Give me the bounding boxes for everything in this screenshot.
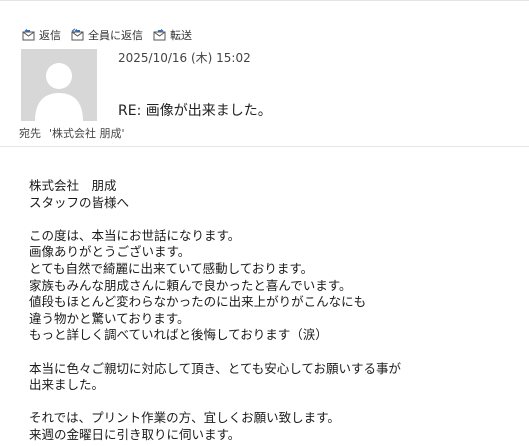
forward-button[interactable]: 転送	[153, 27, 192, 43]
body-line: もっと詳しく調べていればと後悔しております（涙）	[29, 327, 328, 343]
body-line: 違う物かと驚いております。	[29, 310, 190, 326]
body-line: とても自然で綺麗に出来ていて感動しております。	[29, 260, 314, 276]
reply-all-label: 全員に返信	[88, 29, 143, 42]
body-line: 家族もみんな朋成さんに頼んで良かったと喜んでいます。	[29, 277, 352, 293]
message-subject: RE: 画像が出来ました。	[118, 103, 272, 119]
header-divider	[0, 146, 529, 147]
body-line: 出来ました。	[29, 377, 105, 393]
to-label: 宛先	[19, 127, 41, 140]
body-line: 株式会社 朋成	[29, 178, 117, 193]
body-line: 来週の金曜日に引き取りに伺います。	[29, 426, 241, 442]
avatar-placeholder-icon	[21, 49, 97, 121]
body-line: 本当に色々ご親切に対応して頂き、とても安心してお願いする事が	[29, 360, 402, 376]
recipient-line: 宛先 '株式会社 朋成'	[19, 125, 125, 141]
body-line: スタッフの皆様へ	[29, 194, 130, 210]
body-line	[29, 211, 519, 228]
body-line	[29, 344, 519, 361]
forward-icon	[153, 28, 166, 41]
body-line: 画像ありがとうございます。	[29, 244, 191, 260]
body-line: それでは、プリント作業の方、宜しくお願い致します。	[29, 410, 340, 426]
reply-all-icon	[71, 28, 84, 41]
reply-all-button[interactable]: 全員に返信	[71, 27, 143, 43]
email-reading-pane: 返信 全員に返信 転送 2025/10/16 (木) 15:02 RE: 画像が…	[0, 0, 529, 446]
to-value[interactable]: '株式会社 朋成'	[49, 125, 125, 141]
message-body: 株式会社 朋成 スタッフの皆様へ この度は、本当にお世話になります。 画像ありが…	[29, 178, 519, 444]
body-line	[29, 394, 519, 411]
reply-button[interactable]: 返信	[22, 27, 61, 43]
reply-icon	[22, 28, 35, 41]
body-line: 値段もほとんど変わらなかったのに出来上がりがこんなにも	[29, 294, 367, 310]
message-toolbar: 返信 全員に返信 転送	[22, 27, 192, 43]
forward-label: 転送	[170, 29, 192, 42]
message-date: 2025/10/16 (木) 15:02	[118, 51, 251, 65]
reply-label: 返信	[39, 29, 61, 42]
body-line: この度は、本当にお世話になります。	[29, 227, 241, 243]
sender-avatar	[21, 49, 97, 121]
